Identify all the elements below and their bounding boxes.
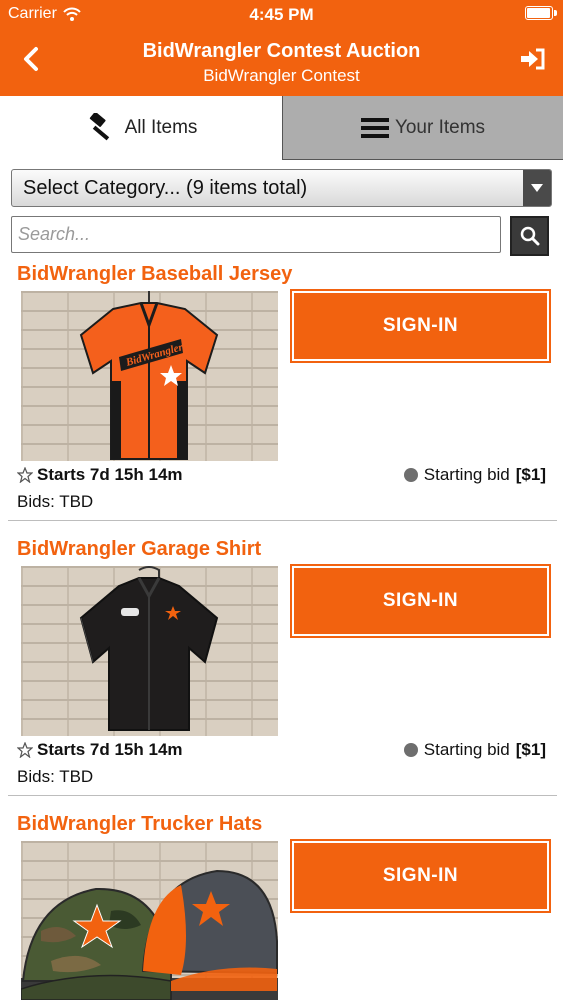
- tab-bar: All Items Your Items: [0, 96, 563, 160]
- sign-in-arrow-icon: [521, 48, 545, 70]
- status-time: 4:45 PM: [249, 5, 314, 24]
- item-title[interactable]: BidWrangler Garage Shirt: [17, 538, 261, 561]
- hamburger-icon: [360, 117, 389, 138]
- search-icon: [520, 226, 539, 246]
- sign-in-button[interactable]: SIGN-IN: [290, 289, 551, 363]
- tab-all-items[interactable]: All Items: [0, 96, 282, 160]
- gavel-icon: [89, 113, 109, 141]
- star-outline-icon[interactable]: [17, 467, 33, 483]
- starts-countdown: Starts 7d 15h 14m: [17, 465, 183, 485]
- item-title[interactable]: BidWrangler Trucker Hats: [17, 813, 262, 836]
- category-select-value: Select Category... (9 items total): [23, 176, 308, 199]
- category-select[interactable]: Select Category... (9 items total): [11, 169, 552, 207]
- divider: [8, 795, 557, 796]
- sign-in-button[interactable]: SIGN-IN: [290, 564, 551, 638]
- item-photo-hats[interactable]: [21, 841, 278, 1000]
- sign-in-button[interactable]: SIGN-IN: [290, 839, 551, 913]
- item-photo-shirt[interactable]: [21, 566, 278, 736]
- starts-text: Starts 7d 15h 14m: [37, 465, 183, 484]
- bids-count: Bids: TBD: [17, 767, 94, 786]
- item-title[interactable]: BidWrangler Baseball Jersey: [17, 263, 292, 286]
- chevron-left-icon: [24, 47, 38, 71]
- search-button[interactable]: [510, 216, 549, 256]
- status-dot-icon: [403, 743, 418, 757]
- bid-label: Starting bid: [423, 465, 510, 484]
- dropdown-arrow: [523, 170, 551, 206]
- app-header: Carrier 4:45 PM BidWrangler Contest Auct…: [0, 0, 563, 96]
- bid-label: Starting bid: [423, 740, 510, 759]
- tab-your-items[interactable]: Your Items: [282, 96, 563, 160]
- bid-amount: [$1]: [515, 465, 546, 484]
- status-dot-icon: [403, 468, 418, 482]
- tab-your-items-label: Your Items: [394, 116, 486, 138]
- jersey-image: BidWrangler: [79, 291, 219, 460]
- shirt-image: [79, 566, 219, 731]
- search-input[interactable]: [11, 216, 501, 253]
- page-title: BidWrangler Contest Auction: [142, 40, 421, 62]
- back-button[interactable]: [14, 42, 48, 76]
- starts-text: Starts 7d 15h 14m: [37, 740, 183, 759]
- bid-amount: [$1]: [515, 740, 546, 759]
- divider: [8, 520, 557, 521]
- battery-icon: [525, 6, 557, 20]
- starting-bid: Starting bid [$1]: [403, 740, 546, 760]
- caret-down-icon: [531, 184, 543, 192]
- sign-in-button[interactable]: [517, 44, 547, 74]
- page-subtitle: BidWrangler Contest: [203, 66, 360, 85]
- tab-all-items-label: All Items: [124, 117, 198, 138]
- star-outline-icon[interactable]: [17, 742, 33, 758]
- starts-countdown: Starts 7d 15h 14m: [17, 740, 183, 760]
- bids-count: Bids: TBD: [17, 492, 94, 511]
- starting-bid: Starting bid [$1]: [403, 465, 546, 485]
- hats-image: [21, 869, 278, 1000]
- item-photo-jersey[interactable]: BidWrangler: [21, 291, 278, 461]
